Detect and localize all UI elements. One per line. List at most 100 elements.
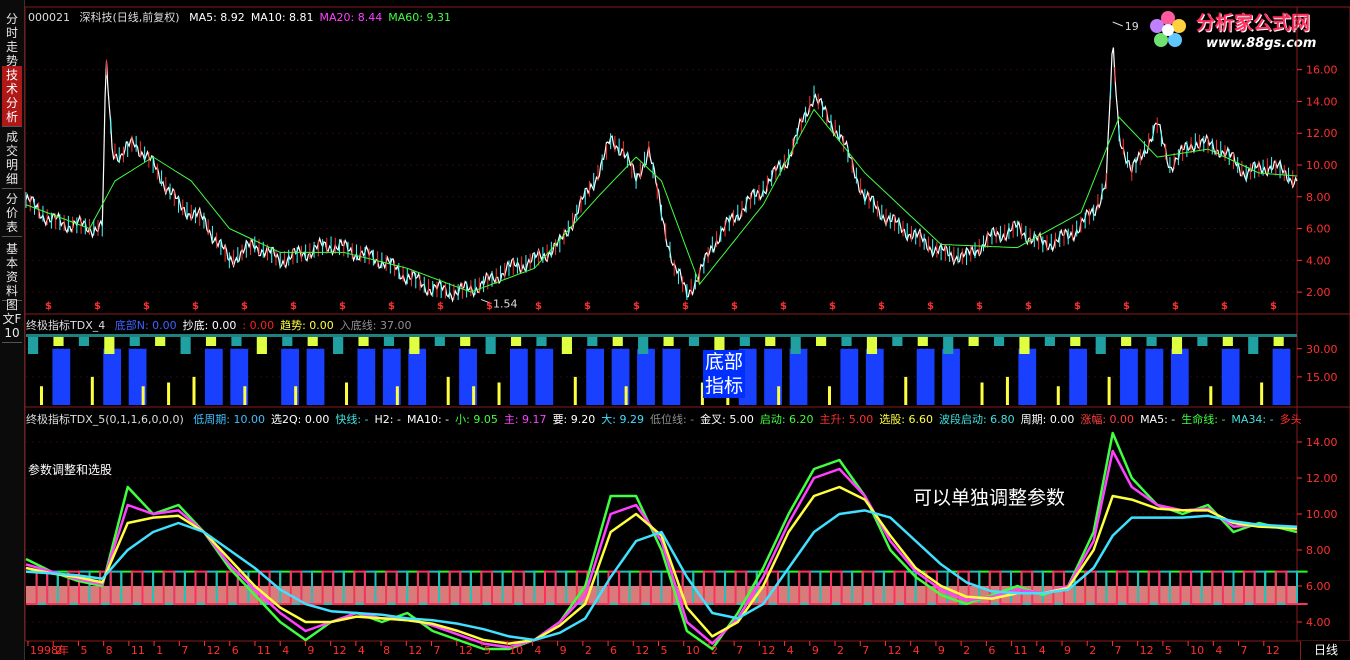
x-tick-label-0: 1998年 — [30, 643, 69, 657]
y-tick-label-0-0: 2.00 — [1306, 286, 1331, 299]
bar-trend-17 — [472, 386, 476, 405]
panel3-field-11: 启动: 6.20 — [759, 413, 814, 426]
y-tick-label-2-5: 14.00 — [1306, 436, 1338, 449]
x-tick-label-14: 8 — [383, 644, 390, 657]
bar-top-tick-44 — [1146, 337, 1157, 346]
bar-trend-14 — [395, 386, 399, 405]
x-tick-label-42: 2 — [1089, 644, 1096, 657]
x-tick-label-28: 7 — [736, 644, 743, 657]
buy-signal-marker-19: $ — [976, 301, 983, 312]
panel2-field-2: : 0.00 — [242, 319, 275, 332]
bar-top-tick-1 — [53, 337, 64, 346]
x-tick-label-37: 2 — [963, 644, 970, 657]
x-tick-label-44: 12 — [1140, 644, 1154, 657]
period-daily-label[interactable]: 日线 — [1300, 641, 1350, 660]
y-tick-label-2-1: 6.00 — [1306, 580, 1331, 593]
x-tick-label-36: 9 — [938, 644, 945, 657]
panel3-field-7: 要: 9.20 — [552, 413, 596, 426]
buy-signal-marker-21: $ — [1074, 301, 1081, 312]
panel3-field-13: 选股: 6.60 — [879, 413, 933, 426]
y-tick-label-0-6: 14.00 — [1306, 95, 1338, 108]
x-tick-label-32: 2 — [837, 644, 844, 657]
bar-bottom-22 — [586, 348, 605, 405]
bar-top-tick-10 — [282, 337, 293, 346]
buy-signal-marker-12: $ — [633, 301, 640, 312]
x-tick-label-12: 12 — [333, 644, 347, 657]
bar-trend-2 — [90, 376, 94, 405]
bar-top-tick-41 — [1070, 337, 1081, 346]
x-tick-label-16: 7 — [434, 644, 441, 657]
x-tick-label-35: 4 — [913, 644, 920, 657]
bar-top-tick-13 — [358, 337, 369, 346]
x-tick-label-9: 11 — [257, 644, 271, 657]
bar-bottom-32 — [840, 348, 859, 405]
bar-trend-31 — [828, 386, 832, 405]
bar-top-tick-40 — [1044, 337, 1055, 346]
x-tick-label-21: 9 — [560, 644, 567, 657]
panel3-field-1: 选2Q: 0.00 — [270, 413, 330, 426]
price-annot-0: 19 — [1125, 20, 1139, 33]
bar-bottom-19 — [509, 348, 528, 405]
adjust-params-annotation: 可以单独调整参数 — [913, 487, 1066, 509]
x-tick-label-39: 11 — [1014, 644, 1028, 657]
panel2-field-1: 抄底: 0.00 — [182, 319, 237, 332]
panel3-field-5: 小: 9.05 — [455, 413, 498, 426]
bar-bottom-36 — [942, 348, 960, 405]
panel3-field-15: 周期: 0.00 — [1020, 413, 1075, 426]
bar-top-tick-35 — [917, 337, 928, 346]
y-tick-label-0-1: 4.00 — [1306, 254, 1331, 267]
x-tick-label-40: 4 — [1039, 644, 1046, 657]
bar-trend-34 — [904, 376, 908, 405]
x-tick-label-26: 10 — [686, 644, 700, 657]
bar-bottom-35 — [916, 348, 935, 405]
panel2-field-0: 底部N: 0.00 — [114, 319, 177, 332]
bar-top-tick-7 — [205, 337, 217, 346]
panel3-title: 终极指标TDX_5(0,1,1,6,0,0,0) — [26, 413, 184, 426]
bar-trend-48 — [1260, 382, 1264, 405]
panel3-field-17: MA5: - — [1140, 413, 1176, 426]
bar-top-tick-8 — [231, 337, 242, 346]
x-tick-label-38: 6 — [988, 644, 995, 657]
bar-trend-12 — [345, 382, 349, 405]
buy-signal-marker-8: $ — [437, 301, 444, 312]
y-tick-label-0-3: 8.00 — [1306, 191, 1331, 204]
bar-bottom-47 — [1221, 348, 1240, 405]
bar-bottom-13 — [357, 348, 376, 405]
bar-top-tick-38 — [993, 337, 1005, 346]
price-series-1 — [25, 108, 1298, 293]
bar-top-tick-3 — [104, 337, 115, 354]
panel3-field-10: 金叉: 5.00 — [700, 413, 754, 426]
panel3-field-18: 生命线: - — [1181, 413, 1226, 426]
bar-trend-10 — [294, 386, 298, 405]
bar-bottom-11 — [306, 348, 325, 405]
bar-top-tick-9 — [256, 337, 267, 354]
bar-trend-42 — [1107, 376, 1111, 405]
bar-top-tick-15 — [409, 337, 420, 354]
x-tick-label-1: 2 — [55, 644, 62, 657]
bar-top-tick-6 — [180, 337, 191, 354]
panel2-field-4: 入底线: 37.00 — [339, 319, 412, 332]
y-tick-label-0-5: 12.00 — [1306, 127, 1338, 140]
bar-top-tick-28 — [739, 337, 750, 346]
buy-signal-marker-13: $ — [682, 301, 689, 312]
bottom-indicator-annotation: 底部 指标 — [703, 350, 746, 398]
bar-trend-40 — [1056, 386, 1060, 405]
bar-trend-23 — [624, 386, 628, 405]
panel3-field-8: 大: 9.29 — [601, 413, 644, 426]
panel3-field-19: MA34: - — [1231, 413, 1274, 426]
bar-top-tick-29 — [765, 337, 776, 346]
price-annot-1: 1.54 — [493, 297, 518, 310]
panel3-field-0: 低周期: 10.00 — [193, 413, 265, 426]
bar-top-tick-22 — [587, 337, 598, 346]
panel3-field-3: H2: - — [374, 413, 401, 426]
buy-signal-marker-11: $ — [584, 301, 591, 312]
bar-top-tick-18 — [485, 337, 496, 354]
buy-signal-marker-23: $ — [1172, 301, 1179, 312]
bar-trend-18 — [497, 382, 501, 405]
bar-trend-4 — [141, 386, 145, 405]
buy-signal-marker-7: $ — [388, 301, 395, 312]
bar-bottom-7 — [204, 348, 223, 405]
bar-top-tick-11 — [307, 337, 318, 346]
bar-top-tick-47 — [1222, 337, 1233, 346]
buy-signal-marker-20: $ — [1025, 301, 1032, 312]
